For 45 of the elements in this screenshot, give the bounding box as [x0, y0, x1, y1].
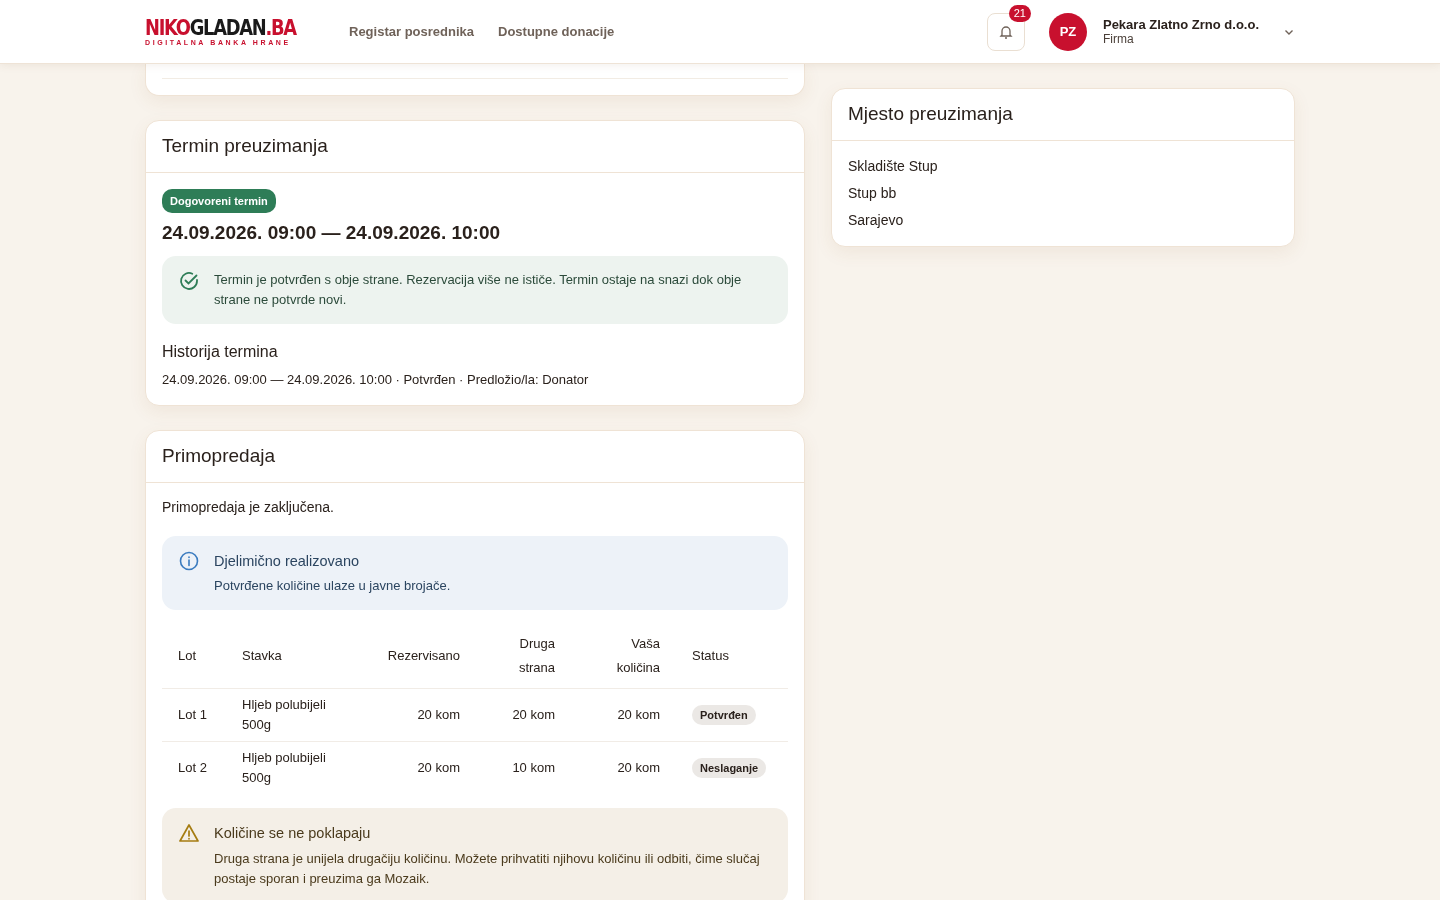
table-cell: Hljeb polubijeli 500g: [226, 688, 366, 742]
column-header: Status: [676, 624, 788, 689]
info-icon: [178, 549, 200, 572]
card-title: Termin preuzimanja: [146, 121, 804, 173]
user-name[interactable]: Pekara Zlatno Zrno d.o.o.: [1102, 16, 1259, 33]
user-role: Firma: [1102, 32, 1135, 47]
status-text: Primopredaja je zaključena.: [162, 497, 335, 517]
column-header: Lot: [162, 624, 226, 689]
table-cell: Lot 1: [162, 688, 226, 742]
address-line: Skladište Stup: [848, 156, 939, 176]
card-title: Primopredaja: [146, 431, 804, 483]
column-header: Stavka: [226, 624, 366, 689]
logo-text[interactable]: NIKOGLADAN.BA: [145, 15, 296, 40]
date-range: 24.09.2026. 09:00 — 24.09.2026. 10:00: [162, 221, 502, 245]
nav-link[interactable]: Registar posrednika: [349, 21, 474, 42]
history-entry: 24.09.2026. 09:00 — 24.09.2026. 10:00 · Potvrđen · Predložio/la: Donator: [162, 370, 590, 389]
notification-count: 21: [1008, 4, 1031, 22]
bell-icon: [997, 23, 1014, 40]
alert-title: Djelimično realizovano: [214, 551, 361, 571]
address-line: Stup bb: [848, 183, 898, 203]
alert-title: Količine se ne poklapaju: [214, 824, 372, 844]
status-badge: Neslaganje: [692, 758, 767, 779]
table-cell: 20 kom: [476, 688, 572, 742]
table-cell: 10 kom: [476, 741, 572, 795]
section-title: Historija termina: [162, 341, 279, 362]
table-cell: 20 kom: [571, 741, 677, 795]
table-cell: Hljeb polubijeli 500g: [226, 741, 366, 795]
warning-icon: [178, 822, 200, 845]
status-badge: Potvrđen: [692, 705, 756, 726]
check-circle-icon: [178, 269, 200, 292]
address-line: Sarajevo: [848, 210, 905, 230]
avatar[interactable]: PZ: [1048, 12, 1087, 51]
card-title: Mjesto preuzimanja: [832, 89, 1294, 141]
column-header: Vaša količina: [571, 624, 677, 689]
table-cell: 20 kom: [571, 688, 677, 742]
alert-text: Potvrđene količine ulaze u javne brojače.: [214, 577, 451, 596]
table-cell: Lot 2: [162, 741, 226, 795]
column-header: Druga strana: [476, 624, 572, 689]
alert-text: Druga strana je unijela drugačiju količinu. Možete prihvatiti njihovu količinu ili odbiti, čime slučaj postaje sporan i preuzima ga Mozaik.: [214, 849, 761, 888]
table-cell: 20 kom: [366, 741, 477, 795]
table-cell: 20 kom: [366, 688, 477, 742]
column-header: Rezervisano: [366, 624, 477, 689]
alert-text: Termin je potvrđen s obje strane. Rezervacija više ne ističe. Termin ostaje na snazi dok obje strane ne potvrde novi.: [214, 270, 743, 309]
nav-link[interactable]: Dostupne donacije: [498, 21, 615, 42]
status-badge: Dogovoreni termin: [162, 188, 276, 213]
